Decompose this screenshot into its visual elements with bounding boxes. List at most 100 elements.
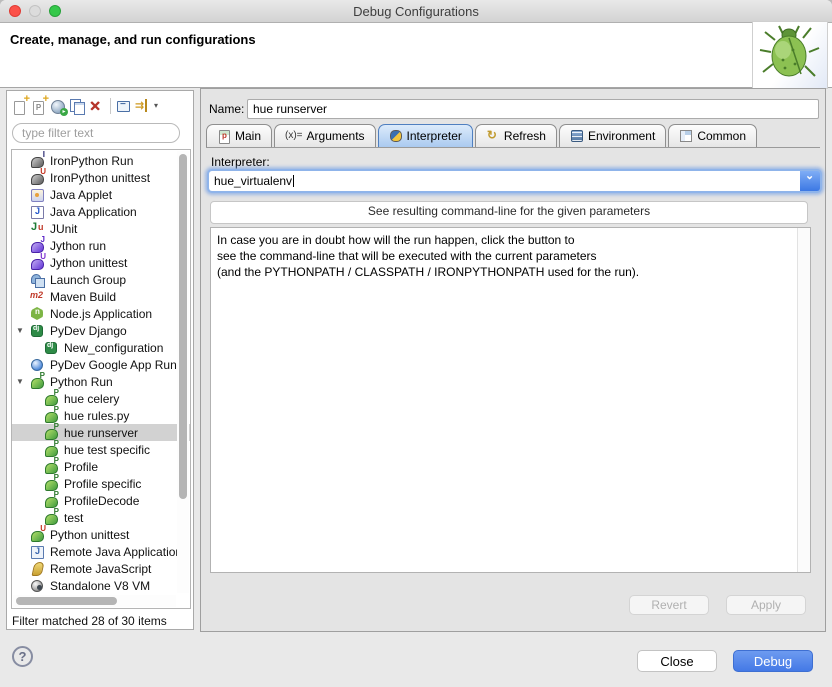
tree-item-label: Python Run <box>50 375 113 389</box>
interpreter-value[interactable]: hue_virtualenv <box>209 171 800 191</box>
tree-vertical-scrollbar[interactable] <box>177 151 189 593</box>
tree-item[interactable]: hue test specific <box>12 441 190 458</box>
junit-icon <box>30 221 45 236</box>
python-run-icon <box>44 459 59 474</box>
tree-item[interactable]: JUnit <box>12 220 190 237</box>
python-run-icon <box>44 476 59 491</box>
tree-item[interactable]: Remote Java Application <box>12 543 190 560</box>
sidebar-toolbar <box>11 94 158 118</box>
tree-item-label: New_configuration <box>64 341 163 355</box>
duplicate-config-icon[interactable] <box>68 97 87 116</box>
toolbar-separator <box>110 98 111 114</box>
tree-item[interactable]: Standalone V8 VM <box>12 577 190 594</box>
tree-item[interactable]: Maven Build <box>12 288 190 305</box>
interpreter-combobox[interactable]: hue_virtualenv <box>207 169 822 193</box>
tab-arguments[interactable]: (x)=Arguments <box>274 124 376 147</box>
page-title: Create, manage, and run configurations <box>10 32 256 47</box>
tab-label: Main <box>235 129 261 143</box>
tree-item[interactable]: Node.js Application <box>12 305 190 322</box>
tab-environment[interactable]: Environment <box>559 124 666 147</box>
tree-item-label: ProfileDecode <box>64 494 139 508</box>
python-run-icon <box>44 442 59 457</box>
tree-item-label: JUnit <box>50 222 77 236</box>
arguments-tab-icon: (x)= <box>285 129 303 143</box>
tree-item[interactable]: IronPython unittest <box>12 169 190 186</box>
tree-item-label: Remote Java Application <box>50 545 182 559</box>
expand-twisty-icon[interactable]: ▼ <box>16 377 24 386</box>
tree-item[interactable]: Profile <box>12 458 190 475</box>
tab-interpreter[interactable]: Interpreter <box>378 124 473 147</box>
pydev-google-app-run-icon <box>30 357 45 372</box>
tree-item[interactable]: ▼PyDev Django <box>12 322 190 339</box>
combo-dropdown-icon[interactable] <box>800 171 820 191</box>
tree-item[interactable]: New_configuration <box>12 339 190 356</box>
infobox-scrollbar[interactable] <box>797 228 810 572</box>
ironpython-unittest-icon <box>30 170 45 185</box>
main-tab-icon <box>217 129 231 143</box>
tree-item[interactable]: Java Applet <box>12 186 190 203</box>
apply-button[interactable]: Apply <box>726 595 806 615</box>
new-launch-config-icon[interactable] <box>11 97 30 116</box>
tree-item[interactable]: ProfileDecode <box>12 492 190 509</box>
tree-item-label: Jython run <box>50 239 106 253</box>
debug-bug-icon <box>752 21 828 89</box>
tree-item-label: hue celery <box>64 392 119 406</box>
tree-item-label: hue test specific <box>64 443 150 457</box>
debug-button[interactable]: Debug <box>733 650 813 672</box>
debug-configurations-dialog: Debug Configurations Create, manage, and… <box>0 0 832 687</box>
collapse-all-icon[interactable] <box>115 97 134 116</box>
expand-twisty-icon[interactable]: ▼ <box>16 326 24 335</box>
interpreter-tab-icon <box>389 129 403 143</box>
name-input[interactable] <box>247 99 819 119</box>
tree-item-label: Standalone V8 VM <box>50 579 150 593</box>
tree-item[interactable]: Java Application <box>12 203 190 220</box>
help-button[interactable]: ? <box>12 646 33 667</box>
tree-item-label: Launch Group <box>50 273 126 287</box>
tree-item-label: hue runserver <box>64 426 138 440</box>
tree-item[interactable]: Jython unittest <box>12 254 190 271</box>
tree-item[interactable]: IronPython Run <box>12 152 190 169</box>
dialog-header: Create, manage, and run configurations <box>0 23 832 88</box>
filter-input[interactable] <box>12 123 180 143</box>
filter-status-text: Filter matched 28 of 30 items <box>12 614 167 628</box>
configurations-tree: IronPython RunIronPython unittest Java Ap… <box>11 149 191 609</box>
see-commandline-button[interactable]: See resulting command-line for the given… <box>210 201 808 224</box>
tab-label: Interpreter <box>407 129 462 143</box>
export-launch-config-icon[interactable] <box>49 97 68 116</box>
tree-item[interactable]: hue rules.py <box>12 407 190 424</box>
remote-java-application-icon <box>30 544 45 559</box>
filter-config-icon[interactable] <box>134 97 158 116</box>
interpreter-label: Interpreter: <box>211 155 270 169</box>
window-title: Debug Configurations <box>0 4 832 19</box>
tree-item-label: Python unittest <box>50 528 129 542</box>
tree-item[interactable]: hue celery <box>12 390 190 407</box>
revert-button[interactable]: Revert <box>629 595 709 615</box>
tree-item[interactable]: Remote JavaScript <box>12 560 190 577</box>
tab-label: Refresh <box>504 129 546 143</box>
tree-item[interactable]: test <box>12 509 190 526</box>
new-prototype-icon[interactable] <box>30 97 49 116</box>
jython-unittest-icon <box>30 255 45 270</box>
configuration-detail-panel: Name: Main (x)=Arguments Interpreter Refres… <box>200 88 826 632</box>
ironpython-run-icon <box>30 153 45 168</box>
delete-config-icon[interactable] <box>87 97 106 116</box>
name-label: Name: <box>209 102 244 116</box>
refresh-tab-icon <box>486 129 500 143</box>
close-button[interactable]: Close <box>637 650 717 672</box>
tree-item[interactable]: Python unittest <box>12 526 190 543</box>
tree-item[interactable]: hue runserver <box>12 424 190 441</box>
tree-horizontal-scrollbar[interactable] <box>13 595 176 607</box>
tab-refresh[interactable]: Refresh <box>475 124 557 147</box>
tree-item-label: Java Applet <box>50 188 112 202</box>
tab-common[interactable]: Common <box>668 124 757 147</box>
tab-main[interactable]: Main <box>206 124 272 147</box>
tree-item-label: Jython unittest <box>50 256 127 270</box>
tree-item[interactable]: Launch Group <box>12 271 190 288</box>
tree-item[interactable]: Jython run <box>12 237 190 254</box>
title-bar[interactable]: Debug Configurations <box>0 0 832 23</box>
python-run-icon <box>44 493 59 508</box>
tree-item[interactable]: Profile specific <box>12 475 190 492</box>
commandline-info-box[interactable]: In case you are in doubt how will the ru… <box>210 227 811 573</box>
tree-item[interactable]: ▼ Python Run <box>12 373 190 390</box>
common-tab-icon <box>679 129 693 143</box>
